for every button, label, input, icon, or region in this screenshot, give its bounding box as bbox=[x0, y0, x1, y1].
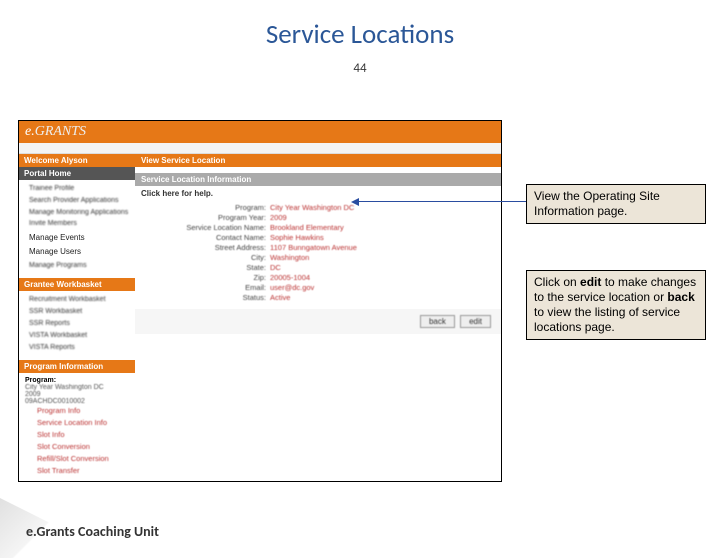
v: 20005-1004 bbox=[270, 273, 310, 282]
v: City Year Washington DC bbox=[270, 203, 354, 212]
topbar: e.GRANTS bbox=[19, 121, 501, 143]
k: Zip: bbox=[141, 273, 270, 282]
program-val: 2009 bbox=[25, 391, 129, 398]
info-block: Program:City Year Washington DC Program … bbox=[135, 201, 501, 309]
nav-strip bbox=[19, 143, 501, 154]
nav-item[interactable]: Manage Programs bbox=[29, 261, 131, 271]
v: 2009 bbox=[270, 213, 287, 222]
k: Program Year: bbox=[141, 213, 270, 222]
program-info-head: Program Information bbox=[19, 360, 135, 373]
prog-link[interactable]: Slot Conversion bbox=[37, 441, 129, 453]
program-val: 09ACHDC0010002 bbox=[25, 398, 129, 405]
nav-item[interactable]: Search Provider Applications bbox=[29, 196, 131, 206]
k: Street Address: bbox=[141, 243, 270, 252]
nav-item[interactable]: Invite Members bbox=[29, 219, 131, 229]
button-row: back edit bbox=[135, 309, 501, 334]
prog-link[interactable]: Slot Transfer bbox=[37, 465, 129, 477]
prog-link[interactable]: Program Info bbox=[37, 405, 129, 417]
k: Program: bbox=[141, 203, 270, 212]
callout-2: Click on edit to make changes to the ser… bbox=[526, 270, 706, 340]
nav-item[interactable]: SSR Workbasket bbox=[29, 307, 131, 317]
nav-item[interactable]: SSR Reports bbox=[29, 319, 131, 329]
main-panel: View Service Location Service Location I… bbox=[135, 154, 501, 481]
v: user@dc.gov bbox=[270, 283, 314, 292]
blank-area bbox=[135, 334, 501, 454]
logo-prefix: e. bbox=[25, 124, 35, 139]
v: 1107 Bunngatown Avenue bbox=[270, 243, 357, 252]
bold-back: back bbox=[667, 290, 694, 304]
welcome-bar: Welcome Alyson bbox=[19, 154, 135, 167]
nav-manage-events[interactable]: Manage Events bbox=[29, 232, 131, 243]
main-title: View Service Location bbox=[135, 154, 501, 167]
program-val: City Year Washington DC bbox=[25, 384, 129, 391]
nav-item[interactable]: Manage Monitoring Applications bbox=[29, 208, 131, 218]
nav-item[interactable]: VISTA Workbasket bbox=[29, 331, 131, 341]
t: Click on bbox=[534, 275, 580, 289]
nav-item[interactable]: Trainee Profile bbox=[29, 184, 131, 194]
t: to view the listing of service locations… bbox=[534, 305, 680, 334]
footer-text: e.Grants Coaching Unit bbox=[26, 523, 159, 540]
logo-main: GRANTS bbox=[35, 124, 86, 139]
k: Status: bbox=[141, 293, 270, 302]
v: Brookland Elementary bbox=[270, 223, 344, 232]
portal-home[interactable]: Portal Home bbox=[19, 167, 135, 180]
nav-item[interactable]: Recruitment Workbasket bbox=[29, 295, 131, 305]
help-link[interactable]: Click here for help. bbox=[135, 186, 501, 201]
v: DC bbox=[270, 263, 281, 272]
arrow-icon bbox=[358, 201, 526, 202]
k: Contact Name: bbox=[141, 233, 270, 242]
v: Washington bbox=[270, 253, 309, 262]
edit-button[interactable]: edit bbox=[460, 315, 491, 328]
back-button[interactable]: back bbox=[420, 315, 455, 328]
nav-manage-users[interactable]: Manage Users bbox=[29, 246, 131, 257]
slide-title: Service Locations bbox=[0, 18, 720, 51]
k: Email: bbox=[141, 283, 270, 292]
k: State: bbox=[141, 263, 270, 272]
bold-edit: edit bbox=[580, 275, 601, 289]
section-bar: Service Location Information bbox=[135, 173, 501, 186]
sidebar: Welcome Alyson Portal Home Trainee Profi… bbox=[19, 154, 135, 481]
app-screenshot: e.GRANTS Welcome Alyson Portal Home Trai… bbox=[18, 120, 502, 482]
prog-link[interactable]: Service Location Info bbox=[37, 417, 129, 429]
v: Sophie Hawkins bbox=[270, 233, 324, 242]
callout-1: View the Operating Site Information page… bbox=[526, 184, 706, 224]
k: City: bbox=[141, 253, 270, 262]
nav-item[interactable]: VISTA Reports bbox=[29, 343, 131, 353]
v: Active bbox=[270, 293, 290, 302]
grantee-workbasket-head: Grantee Workbasket bbox=[19, 278, 135, 291]
logo: e.GRANTS bbox=[25, 124, 86, 140]
prog-link[interactable]: Slot Info bbox=[37, 429, 129, 441]
slide-number: 44 bbox=[0, 61, 720, 76]
prog-link[interactable]: Refill/Slot Conversion bbox=[37, 453, 129, 465]
k: Service Location Name: bbox=[141, 223, 270, 232]
program-label: Program: bbox=[25, 377, 129, 384]
